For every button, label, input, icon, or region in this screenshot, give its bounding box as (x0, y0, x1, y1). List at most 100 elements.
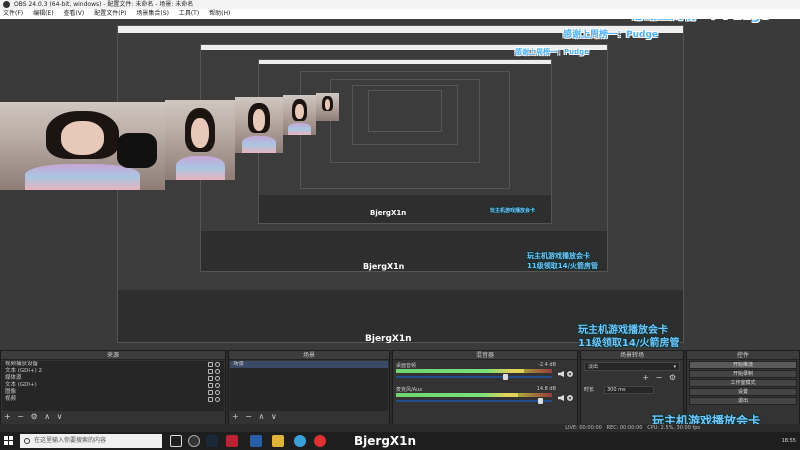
weibo-icon[interactable] (314, 435, 326, 447)
steam-icon[interactable] (206, 435, 218, 447)
remove-scene-button[interactable]: − (245, 412, 252, 421)
webcam-feed-nested (235, 97, 283, 153)
menu-edit[interactable]: 编辑(E) (33, 9, 53, 19)
duration-label: 时长 (584, 387, 595, 393)
move-scene-up-button[interactable]: ∧ (259, 412, 265, 421)
eye-icon[interactable] (215, 376, 220, 381)
bottom-notice-nested: 11级领取14/火箭房管 (527, 262, 599, 270)
remove-transition-button[interactable]: − (656, 373, 663, 382)
lock-icon[interactable] (208, 390, 213, 395)
source-item[interactable]: 视频 (2, 396, 224, 403)
remove-source-button[interactable]: − (17, 412, 24, 421)
top-banner-text-nested: 感谢上周榜一：Pudge (563, 30, 658, 40)
slider-knob[interactable] (503, 374, 509, 380)
source-item[interactable]: 视频捕获设备 (2, 361, 224, 368)
chevron-down-icon: ▾ (673, 364, 676, 370)
exit-button[interactable]: 退出 (689, 397, 797, 405)
transition-gear-icon[interactable]: ⚙ (669, 373, 676, 382)
move-source-up-button[interactable]: ∧ (44, 412, 50, 421)
duration-input[interactable]: 300 ms (604, 386, 654, 394)
eye-icon[interactable] (215, 383, 220, 388)
menu-scene-collection[interactable]: 场景集合(S) (136, 9, 169, 19)
menu-view[interactable]: 查看(V) (63, 9, 84, 19)
app-icon[interactable] (250, 435, 262, 447)
add-scene-button[interactable]: + (232, 412, 239, 421)
transition-select[interactable]: 淡出 ▾ (584, 362, 680, 371)
add-source-button[interactable]: + (4, 412, 11, 421)
meter-level (396, 393, 518, 397)
lock-icon[interactable] (208, 376, 213, 381)
volume-slider[interactable] (396, 398, 552, 404)
mixer-title: 混音器 (393, 351, 577, 360)
eye-icon[interactable] (215, 369, 220, 374)
scenes-list: 场景 (230, 361, 388, 411)
window-title: OBS 24.0.3 (64-bit, windows) - 配置文件: 未命名… (14, 1, 194, 8)
cpu-usage: CPU: 2.5%, 30.00 fps (647, 425, 700, 431)
mixer-channel-desktop: 桌面音频 -2.4 dB (396, 362, 574, 384)
mixer-panel: 混音器 桌面音频 -2.4 dB 麦克风/Aux 14.8 dB (392, 350, 578, 432)
channel-db: -2.4 dB (538, 362, 556, 368)
task-view-icon[interactable] (170, 435, 182, 447)
start-recording-button[interactable]: 开始录制 (689, 370, 797, 378)
sources-toolbar: + − ⚙ ∧ ∨ (1, 412, 225, 422)
scenes-title: 场景 (229, 351, 389, 360)
start-streaming-button[interactable]: 开始推流 (689, 361, 797, 369)
eye-icon[interactable] (215, 397, 220, 402)
webcam-feed-nested (316, 93, 339, 121)
title-bar: OBS 24.0.3 (64-bit, windows) - 配置文件: 未命名… (0, 0, 800, 9)
eye-icon[interactable] (215, 362, 220, 367)
move-scene-down-button[interactable]: ∨ (271, 412, 277, 421)
volume-meter (396, 369, 552, 373)
folder-icon[interactable] (272, 435, 284, 447)
slider-knob[interactable] (537, 398, 543, 404)
sources-list: 视频捕获设备 文本 (GDI+) 2 媒体源 文本 (GDI+) 图像 视频 (2, 361, 224, 411)
eye-icon[interactable] (215, 390, 220, 395)
lock-icon[interactable] (208, 362, 213, 367)
status-bar: LIVE: 00:00:00 REC: 00:00:00 CPU: 2.5%, … (0, 424, 800, 432)
sources-title: 来源 (1, 351, 225, 360)
menu-file[interactable]: 文件(F) (3, 9, 23, 19)
speaker-icon[interactable] (558, 371, 564, 377)
scene-item[interactable]: 场景 (230, 361, 388, 368)
lock-icon[interactable] (208, 383, 213, 388)
move-source-down-button[interactable]: ∨ (57, 412, 63, 421)
meter-level (396, 369, 524, 373)
lock-icon[interactable] (208, 397, 213, 402)
windows-start-icon[interactable] (4, 436, 14, 446)
settings-button[interactable]: 设置 (689, 388, 797, 396)
source-item[interactable]: 文本 (GDI+) (2, 382, 224, 389)
bottom-notice-nested: 玩主机游戏播放会卡 (490, 208, 536, 214)
taskbar-search-box[interactable]: 在这里输入你要搜索的内容 (20, 434, 162, 448)
username-overlay-nested: BjergX1n (363, 262, 405, 271)
browser-icon[interactable] (294, 435, 306, 447)
bottom-notice-nested: 11级领取14/火箭房管 (578, 338, 680, 349)
duration-row: 时长 300 ms (584, 385, 680, 395)
menu-bar: 文件(F) 编辑(E) 查看(V) 配置文件(P) 场景集合(S) 工具(T) … (0, 9, 800, 19)
gear-icon[interactable] (567, 371, 573, 377)
obs-taskbar-icon[interactable] (188, 435, 200, 447)
nested-capture-7 (368, 90, 442, 132)
add-transition-button[interactable]: + (642, 373, 649, 382)
obs-app-icon (3, 1, 10, 8)
menu-tools[interactable]: 工具(T) (179, 9, 199, 19)
lock-icon[interactable] (208, 369, 213, 374)
gear-icon[interactable] (567, 395, 573, 401)
speaker-icon[interactable] (558, 395, 564, 401)
top-banner-text-nested: 感谢上周榜一：Pudge (515, 48, 589, 56)
controls-title: 控件 (687, 351, 799, 360)
preview-canvas[interactable]: 感谢上周榜一：Pudge 感谢上周榜一：Pudge 感谢上周榜一：Pudge B… (0, 19, 800, 350)
game-icon[interactable] (226, 435, 238, 447)
volume-slider[interactable] (396, 374, 552, 380)
top-banner-text: 感谢上周榜一：Pudge (632, 19, 769, 23)
studio-mode-button[interactable]: 工作室模式 (689, 379, 797, 387)
menu-help[interactable]: 帮助(H) (209, 9, 230, 19)
system-tray[interactable]: 18:55 (782, 432, 796, 450)
scenes-panel: 场景 场景 + − ∧ ∨ (228, 350, 390, 432)
username-overlay-nested: BjergX1n (370, 209, 407, 217)
menu-profile[interactable]: 配置文件(P) (94, 9, 126, 19)
source-properties-gear-icon[interactable]: ⚙ (31, 412, 38, 421)
source-item[interactable]: 媒体源 (2, 375, 224, 382)
webcam-feed (0, 102, 165, 190)
source-item[interactable]: 图像 (2, 389, 224, 396)
source-item[interactable]: 文本 (GDI+) 2 (2, 368, 224, 375)
